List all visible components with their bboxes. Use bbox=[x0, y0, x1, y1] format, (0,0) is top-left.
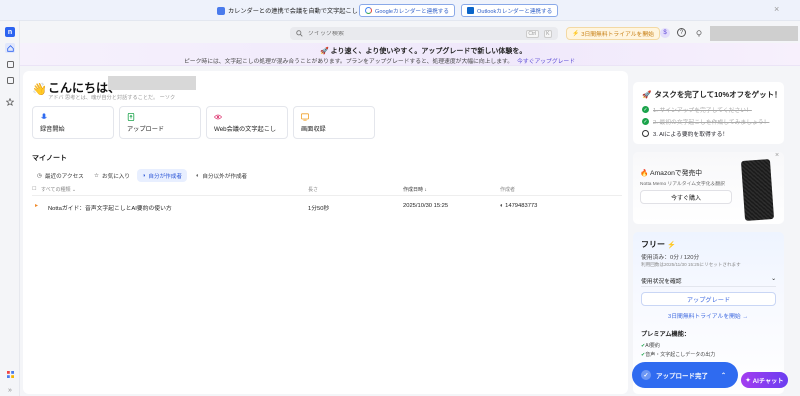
note-title: Nottaガイド：音声文字起こしとAI要約の使い方 bbox=[48, 206, 172, 212]
sparkle-icon: ✦ bbox=[745, 376, 751, 384]
amazon-card: 🔥 Amazonで発売中 Notta Memo リアルタイム文字化＆翻訳 今すぐ… bbox=[633, 152, 784, 224]
star-outline-icon: ☆ bbox=[94, 172, 100, 179]
upload-complete-toast[interactable]: ✓ アップロード完了 ⌃ bbox=[632, 362, 738, 388]
premium-feature: ✔AI要約 bbox=[641, 343, 660, 349]
check-icon: ✓ bbox=[642, 106, 649, 113]
table-divider bbox=[32, 195, 622, 196]
amazon-subtitle: Notta Memo リアルタイム文字化＆翻訳 bbox=[640, 182, 725, 187]
trial-button[interactable]: ⚡ 3日間無料トライアルを開始 bbox=[566, 27, 660, 40]
shortcut-ctrl: Ctrl bbox=[525, 29, 539, 38]
calendar-icon bbox=[217, 6, 225, 15]
note-type-icon: ▸ bbox=[35, 203, 38, 209]
col-type[interactable]: すべての種類 ⌄ bbox=[41, 186, 76, 193]
filter-favorites[interactable]: ☆ お気に入り bbox=[89, 169, 135, 182]
ai-chat-button[interactable]: ✦ AIチャット bbox=[741, 372, 788, 388]
chevron-up-icon[interactable]: ⌃ bbox=[721, 372, 726, 379]
user-name-redacted bbox=[108, 76, 196, 90]
banner-message: カレンダーとの連携で会議を自動で文字起こし bbox=[217, 6, 358, 15]
main-panel: 👋 こんにちは、 アドバ 思考とは、魂が自分と対話することだ。 ーソク 録音開始… bbox=[23, 71, 628, 394]
check-circle-icon: ✓ bbox=[641, 370, 651, 380]
shortcut-k: K bbox=[543, 29, 552, 38]
microphone-icon bbox=[41, 113, 47, 119]
google-icon bbox=[365, 7, 372, 14]
note-author: ◐ 1479483773 bbox=[500, 203, 538, 209]
file-upload-icon bbox=[127, 113, 135, 121]
flame-icon: ⚡ bbox=[572, 30, 580, 37]
trial-link[interactable]: 3日間無料トライアルを開始 → bbox=[668, 311, 748, 320]
col-created[interactable]: 作成日時 ↓ bbox=[403, 186, 427, 193]
wave-icon: 👋 bbox=[32, 82, 47, 96]
plan-reset: 利用回数は2025/11/30 15:25にリセットされます bbox=[641, 262, 741, 267]
filter-recent[interactable]: ◷ 最近のアクセス bbox=[32, 169, 89, 182]
bolt-icon: ⚡ bbox=[667, 242, 676, 249]
select-all-checkbox[interactable]: ☐ bbox=[32, 186, 36, 192]
search-input[interactable] bbox=[308, 30, 521, 37]
web-meeting-button[interactable]: Web会議の文字起こし bbox=[206, 106, 288, 139]
note-length: 1分50秒 bbox=[308, 206, 330, 212]
premium-feature: ✔音声・文字起こしデータの出力 bbox=[641, 352, 716, 358]
search-icon bbox=[296, 30, 303, 37]
buy-now-button[interactable]: 今すぐ購入 bbox=[640, 190, 732, 204]
flame-icon: 🔥 bbox=[640, 170, 649, 177]
credits-badge[interactable]: $ bbox=[660, 28, 670, 38]
promo-text: ピーク時には、文字起こしの処理が混み合うことがあります。プランをアップグレードす… bbox=[184, 59, 576, 65]
upgrade-now-link[interactable]: 今すぐアップグレード bbox=[517, 59, 575, 65]
task-item[interactable]: ✓ 1. サインアップを完了してください！ bbox=[642, 105, 752, 114]
circle-icon bbox=[642, 130, 649, 137]
calendar-banner: カレンダーとの連携で会議を自動で文字起こし Googleカレンダーと連携する O… bbox=[0, 0, 800, 21]
close-icon[interactable]: × bbox=[775, 152, 779, 159]
close-icon[interactable]: × bbox=[774, 4, 779, 14]
col-length[interactable]: 長さ bbox=[308, 186, 318, 193]
table-row[interactable]: ▸ Nottaガイド：音声文字起こしとAI要約の使い方 1分50秒 2025/1… bbox=[32, 200, 622, 214]
check-icon: ✓ bbox=[642, 118, 649, 125]
folder-icon[interactable] bbox=[5, 59, 15, 69]
greeting-subtitle: アドバ 思考とは、魂が自分と対話することだ。 ーソク bbox=[48, 95, 176, 101]
chevron-down-icon: ⌄ bbox=[771, 276, 776, 282]
task-item[interactable]: ✓ 2. 最初の文字起こしを作成してみましょう！ bbox=[642, 117, 769, 126]
col-author[interactable]: 作成者 bbox=[500, 186, 515, 193]
calendar-nav-icon[interactable] bbox=[5, 75, 15, 85]
apps-icon[interactable] bbox=[5, 369, 15, 379]
sidebar: n » bbox=[0, 21, 20, 396]
notta-logo-icon[interactable]: n bbox=[5, 27, 15, 37]
eye-icon bbox=[214, 114, 222, 120]
plan-usage: 使用済み：0分 / 120分 bbox=[641, 255, 700, 261]
upgrade-button[interactable]: アップグレード bbox=[641, 292, 776, 306]
search-bar[interactable]: Ctrl K bbox=[290, 27, 558, 40]
user-profile[interactable] bbox=[710, 26, 798, 41]
task-item[interactable]: 3. AIによる要約を取得する！ bbox=[642, 129, 728, 138]
note-created: 2025/10/30 15:25 bbox=[403, 203, 449, 209]
google-calendar-button[interactable]: Googleカレンダーと連携する bbox=[359, 4, 455, 17]
task-title: 🚀 タスクを完了して10%オフをゲット！ bbox=[642, 90, 782, 99]
filter-created-by-me[interactable]: ◑ 自分が作成者 bbox=[137, 169, 187, 182]
outlook-icon bbox=[467, 7, 474, 14]
premium-title: プレミアム機能： bbox=[641, 331, 691, 338]
screen-record-button[interactable]: 画面収録 bbox=[293, 106, 375, 139]
users-icon: ◐ bbox=[196, 172, 200, 179]
task-card: 🚀 タスクを完了して10%オフをゲット！ ✓ 1. サインアップを完了してください！… bbox=[633, 82, 784, 144]
filter-created-by-others[interactable]: ◐ 自分以外が作成者 bbox=[191, 169, 252, 182]
clock-icon: ◷ bbox=[37, 172, 42, 179]
upload-button[interactable]: アップロード bbox=[119, 106, 201, 139]
outlook-calendar-button[interactable]: Outlookカレンダーと連携する bbox=[461, 4, 559, 17]
mynote-heading: マイノート bbox=[32, 155, 67, 162]
help-icon[interactable]: ? bbox=[677, 28, 686, 37]
lightbulb-icon[interactable] bbox=[694, 28, 704, 38]
star-icon[interactable] bbox=[5, 97, 15, 107]
screen-icon bbox=[301, 113, 309, 121]
upgrade-promo: 🚀 より速く、より使いやすく。アップグレードで新しい体験を。 ピーク時には、文字… bbox=[20, 43, 800, 66]
expand-sidebar-icon[interactable]: » bbox=[5, 385, 15, 395]
amazon-title: 🔥 Amazonで発売中 bbox=[640, 170, 703, 177]
record-button[interactable]: 録音開始 bbox=[32, 106, 114, 139]
headphones-icon: ◑ bbox=[142, 172, 146, 179]
plan-divider bbox=[641, 286, 776, 287]
check-usage-toggle[interactable]: 使用状況を確認 ⌄ bbox=[641, 276, 776, 285]
home-icon[interactable] bbox=[5, 43, 15, 53]
notta-memo-device-image bbox=[740, 159, 775, 221]
rocket-icon: 🚀 bbox=[642, 90, 652, 99]
promo-title: 🚀 より速く、より使いやすく。アップグレードで新しい体験を。 bbox=[320, 48, 527, 55]
plan-name: フリー ⚡ bbox=[641, 240, 676, 249]
